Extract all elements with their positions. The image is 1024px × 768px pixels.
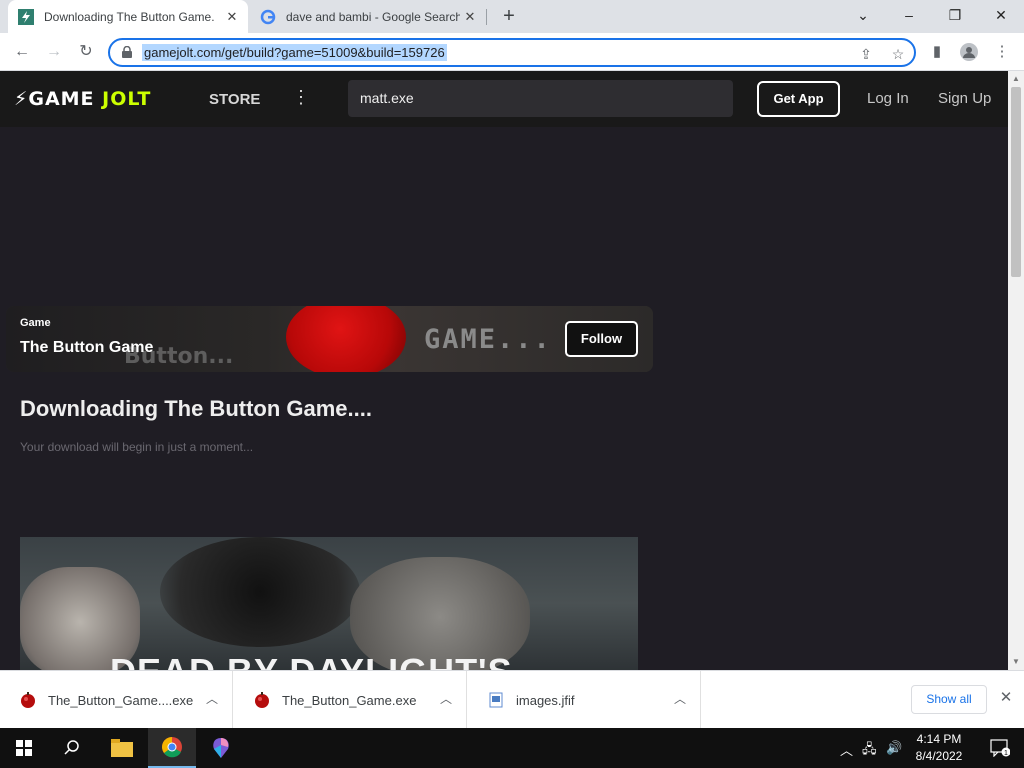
volume-icon[interactable]: 🔊 [886,740,902,756]
restore-icon[interactable]: ❐ [932,0,978,33]
tab-search-icon[interactable]: ⌄ [840,0,886,33]
red-apple-art [286,306,406,372]
back-arrow-icon[interactable]: ← [11,41,33,63]
download-subtext: Your download will begin in just a momen… [20,440,254,454]
image-file-icon [489,692,503,708]
tab-google-search[interactable]: dave and bambi - Google Search ✕ [250,0,486,33]
notifications-icon[interactable]: 1 [976,728,1024,768]
download-item[interactable]: The_Button_Game....exe ︿ [0,671,233,729]
minimize-icon[interactable]: – [886,0,932,33]
gamejolt-logo[interactable]: ⚡GAME JOLT [14,88,151,110]
exe-file-icon [255,692,269,708]
login-link[interactable]: Log In [867,90,909,107]
address-bar[interactable]: gamejolt.com/get/build?game=51009&build=… [108,38,916,67]
close-window-icon[interactable]: ✕ [978,0,1024,33]
bookmark-star-icon[interactable]: ☆ [888,44,908,64]
gamejolt-favicon-icon [18,8,34,25]
download-filename: The_Button_Game.exe [282,693,417,708]
download-filename: images.jfif [516,693,575,708]
show-all-button[interactable]: Show all [911,685,987,714]
site-header: ⚡GAME JOLT STORE ⋮ matt.exe Get App Log … [0,71,1008,127]
download-item[interactable]: images.jfif ︿ [468,671,701,729]
windows-start-icon[interactable] [0,728,48,768]
downloads-shelf: The_Button_Game....exe ︿ The_Button_Game… [0,670,1024,729]
tab-close-icon[interactable]: ✕ [222,9,242,25]
system-clock[interactable]: 4:14 PM 8/4/2022 [905,731,973,765]
new-tab-icon[interactable]: + [498,5,520,28]
follow-button[interactable]: Follow [565,321,638,357]
bolt-icon: ⚡ [14,88,29,110]
side-panel-icon[interactable]: ▮ [926,41,948,63]
file-explorer-icon[interactable] [98,728,146,768]
url-text[interactable]: gamejolt.com/get/build?game=51009&build=… [142,44,447,61]
tab-separator [486,9,487,25]
network-icon[interactable]: 🖧 [862,740,877,762]
site-search-input[interactable]: matt.exe [348,80,733,117]
art-text-game: GAME... [424,324,552,355]
search-icon[interactable] [48,728,96,768]
search-value: matt.exe [360,90,414,106]
game-title-link[interactable]: The Button Game [20,339,153,357]
share-icon[interactable]: ⇪ [856,44,876,64]
profile-avatar-icon[interactable] [958,41,980,63]
reload-icon[interactable]: ↻ [75,41,97,63]
chevron-up-icon[interactable]: ︿ [440,690,452,707]
chevron-up-icon[interactable]: ︿ [206,690,218,707]
tab-gamejolt[interactable]: Downloading The Button Game. ✕ [8,0,248,33]
chrome-taskbar-icon[interactable] [148,728,196,768]
ad-text: DEAD BY DAYLIGHT'S [110,651,513,670]
scrollbar-thumb[interactable] [1011,87,1021,277]
ad-video-image[interactable]: DEAD BY DAYLIGHT'S [20,537,638,670]
close-shelf-icon[interactable]: ✕ [998,688,1014,706]
tab-close-icon[interactable]: ✕ [460,9,480,25]
scroll-up-icon[interactable]: ▲ [1012,74,1020,83]
chrome-menu-icon[interactable]: ⋮ [991,41,1013,63]
chevron-up-icon[interactable]: ︿ [674,690,686,707]
tab-title: Downloading The Button Game. [44,9,215,24]
logo-text-jolt: JOLT [102,88,152,110]
google-favicon-icon [260,9,276,25]
get-app-button[interactable]: Get App [757,81,840,117]
card-kicker: Game [20,317,51,329]
paint3d-icon[interactable] [197,728,245,768]
more-menu-icon[interactable]: ⋮ [292,87,310,108]
logo-text-game: GAME [28,88,95,110]
tray-chevron-up-icon[interactable]: ︿ [840,740,853,759]
download-filename: The_Button_Game....exe [48,693,194,708]
game-card[interactable]: Button... GAME... Game The Button Game F… [6,306,653,372]
store-link[interactable]: STORE [209,91,260,108]
download-heading: Downloading The Button Game.... [20,396,372,421]
lock-icon [122,46,132,58]
browser-toolbar: ← → ↻ gamejolt.com/get/build?game=51009&… [0,33,1024,71]
windows-taskbar: ︿ 🖧 🔊 4:14 PM 8/4/2022 1 [0,728,1024,768]
clock-date: 8/4/2022 [915,749,963,763]
notification-count: 1 [1004,750,1008,757]
exe-file-icon [21,692,35,708]
download-item[interactable]: The_Button_Game.exe ︿ [234,671,467,729]
browser-tab-strip: Downloading The Button Game. ✕ dave and … [0,0,1024,33]
scroll-down-icon[interactable]: ▼ [1012,657,1020,666]
signup-link[interactable]: Sign Up [938,90,991,107]
tab-title: dave and bambi - Google Search [286,9,460,24]
clock-time: 4:14 PM [916,732,962,746]
page-scrollbar[interactable]: ▲ ▼ [1008,71,1024,670]
forward-arrow-icon[interactable]: → [43,41,65,63]
